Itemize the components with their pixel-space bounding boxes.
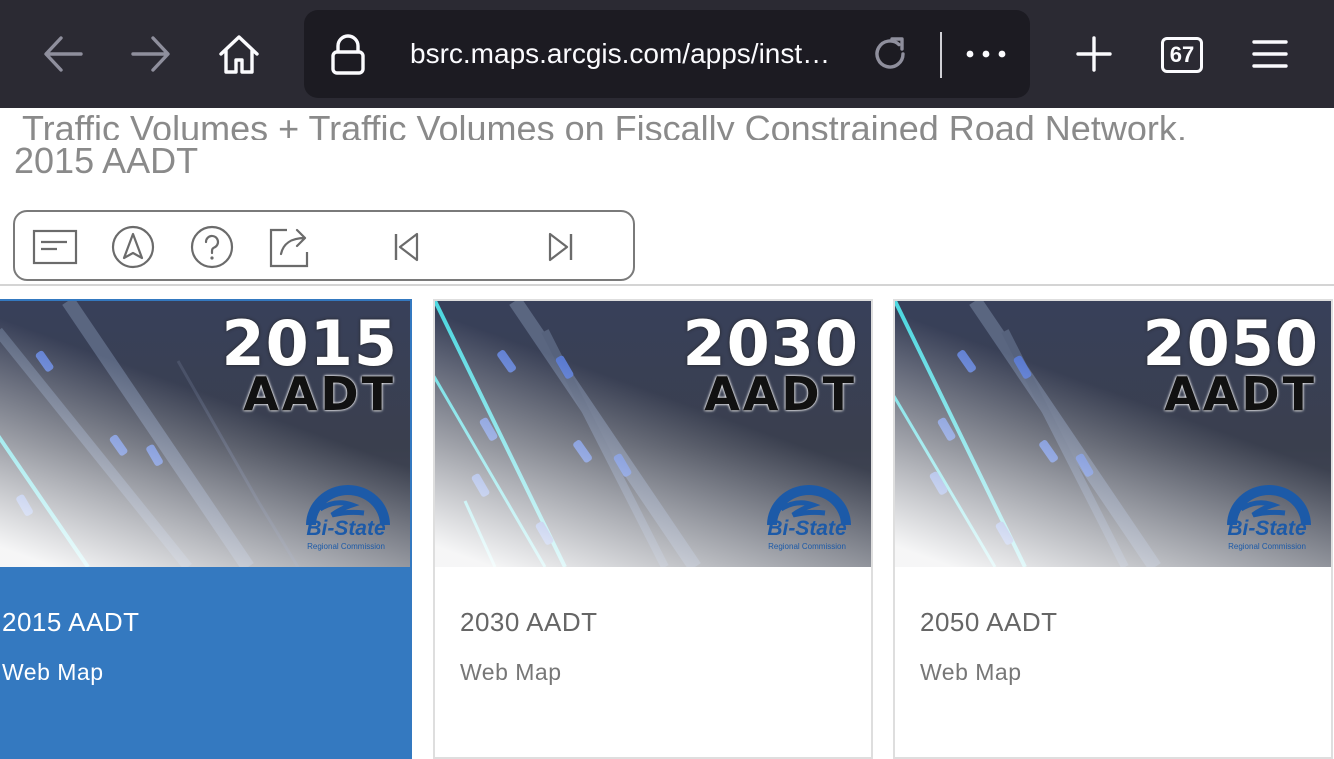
url-separator [940, 32, 942, 78]
logo-subtitle: Regional Commission [307, 542, 385, 551]
bi-state-logo: Bi-State Regional Commission [296, 479, 396, 555]
reload-icon[interactable] [870, 34, 910, 79]
home-icon[interactable] [207, 22, 271, 86]
card-title[interactable]: 2015 AADT [2, 607, 139, 638]
bi-state-logo: Bi-State Regional Commission [1217, 479, 1317, 555]
logo-name: Bi-State [1227, 517, 1307, 540]
thumbnail-aadt: AADT [704, 367, 857, 421]
card-type: Web Map [920, 659, 1022, 685]
page-title-line1: Traffic Volumes + Traffic Volumes on Fis… [22, 108, 1187, 140]
map-thumbnail: 2030 AADT Bi-State Regional Commission [435, 301, 871, 567]
card-title[interactable]: 2050 AADT [920, 607, 1057, 638]
browser-toolbar: bsrc.maps.arcgis.com/apps/inst… 67 [0, 0, 1334, 108]
page-title-line2: 2015 AADT [14, 140, 199, 181]
logo-subtitle: Regional Commission [1228, 542, 1306, 551]
url-bar[interactable]: bsrc.maps.arcgis.com/apps/inst… [304, 10, 1030, 98]
map-thumbnail: 2015 AADT Bi-State Regional Commission [0, 301, 410, 567]
locate-icon[interactable] [110, 224, 156, 270]
more-icon[interactable] [962, 34, 1010, 79]
help-icon[interactable] [189, 224, 235, 270]
page-title: Traffic Volumes + Traffic Volumes on Fis… [14, 108, 1314, 182]
details-icon[interactable] [32, 224, 78, 270]
thumbnail-aadt: AADT [243, 367, 396, 421]
map-card-2050[interactable]: 2050 AADT Bi-State Regional Commission 2… [893, 299, 1333, 759]
forward-icon[interactable] [119, 22, 183, 86]
map-controls-bar [13, 210, 635, 281]
logo-subtitle: Regional Commission [768, 542, 846, 551]
card-type: Web Map [460, 659, 562, 685]
thumbnail-aadt: AADT [1164, 367, 1317, 421]
lock-icon[interactable] [328, 32, 368, 81]
card-type: Web Map [2, 659, 104, 685]
logo-name: Bi-State [767, 517, 847, 540]
card-title[interactable]: 2030 AADT [460, 607, 597, 638]
bi-state-logo: Bi-State Regional Commission [757, 479, 857, 555]
tabs-icon[interactable]: 67 [1161, 37, 1203, 73]
logo-name: Bi-State [306, 517, 386, 540]
first-item-icon[interactable] [383, 224, 429, 270]
back-icon[interactable] [31, 22, 95, 86]
map-thumbnail: 2050 AADT Bi-State Regional Commission [895, 301, 1331, 567]
header-divider [0, 284, 1334, 286]
menu-icon[interactable] [1238, 22, 1302, 86]
share-icon[interactable] [267, 224, 313, 270]
map-card-2030[interactable]: 2030 AADT Bi-State Regional Commission 2… [433, 299, 873, 759]
url-text[interactable]: bsrc.maps.arcgis.com/apps/inst… [410, 10, 850, 98]
new-tab-icon[interactable] [1062, 22, 1126, 86]
map-card-2015[interactable]: 2015 AADT Bi-State Regional Commission 2… [0, 299, 412, 759]
last-item-icon[interactable] [538, 224, 584, 270]
